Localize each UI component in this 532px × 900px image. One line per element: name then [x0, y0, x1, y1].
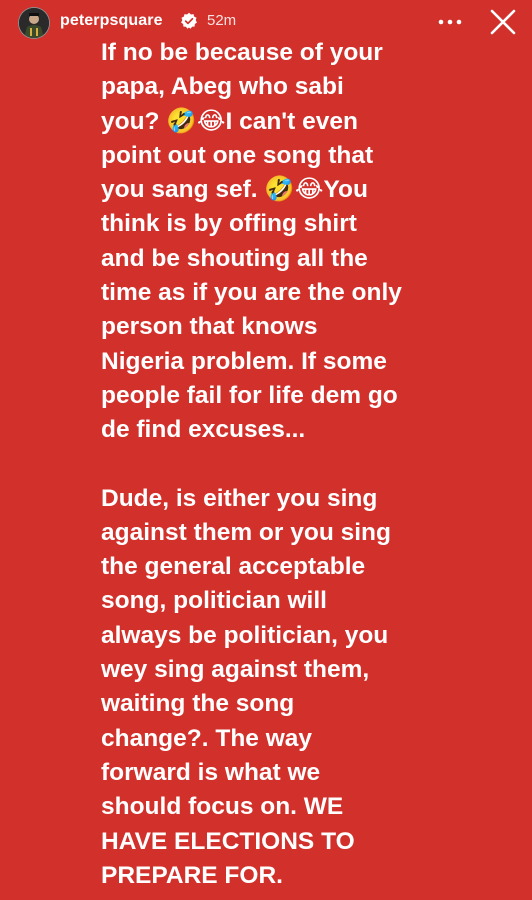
- story-paragraph-1: If no be because of your papa, Abeg who …: [101, 39, 402, 444]
- avatar-icon: [19, 8, 49, 38]
- avatar[interactable]: [18, 7, 50, 39]
- story-text: If no be because of your papa, Abeg who …: [101, 36, 506, 893]
- story-viewer[interactable]: peterpsquare 52m If no be because of you…: [0, 0, 532, 900]
- story-paragraph-2: Dude, is either you sing against them or…: [101, 484, 391, 889]
- verified-badge-icon: [181, 12, 197, 29]
- story-timestamp: 52m: [207, 12, 237, 29]
- username[interactable]: peterpsquare: [60, 12, 163, 30]
- more-options-icon[interactable]: [435, 14, 465, 30]
- close-icon[interactable]: [487, 6, 519, 38]
